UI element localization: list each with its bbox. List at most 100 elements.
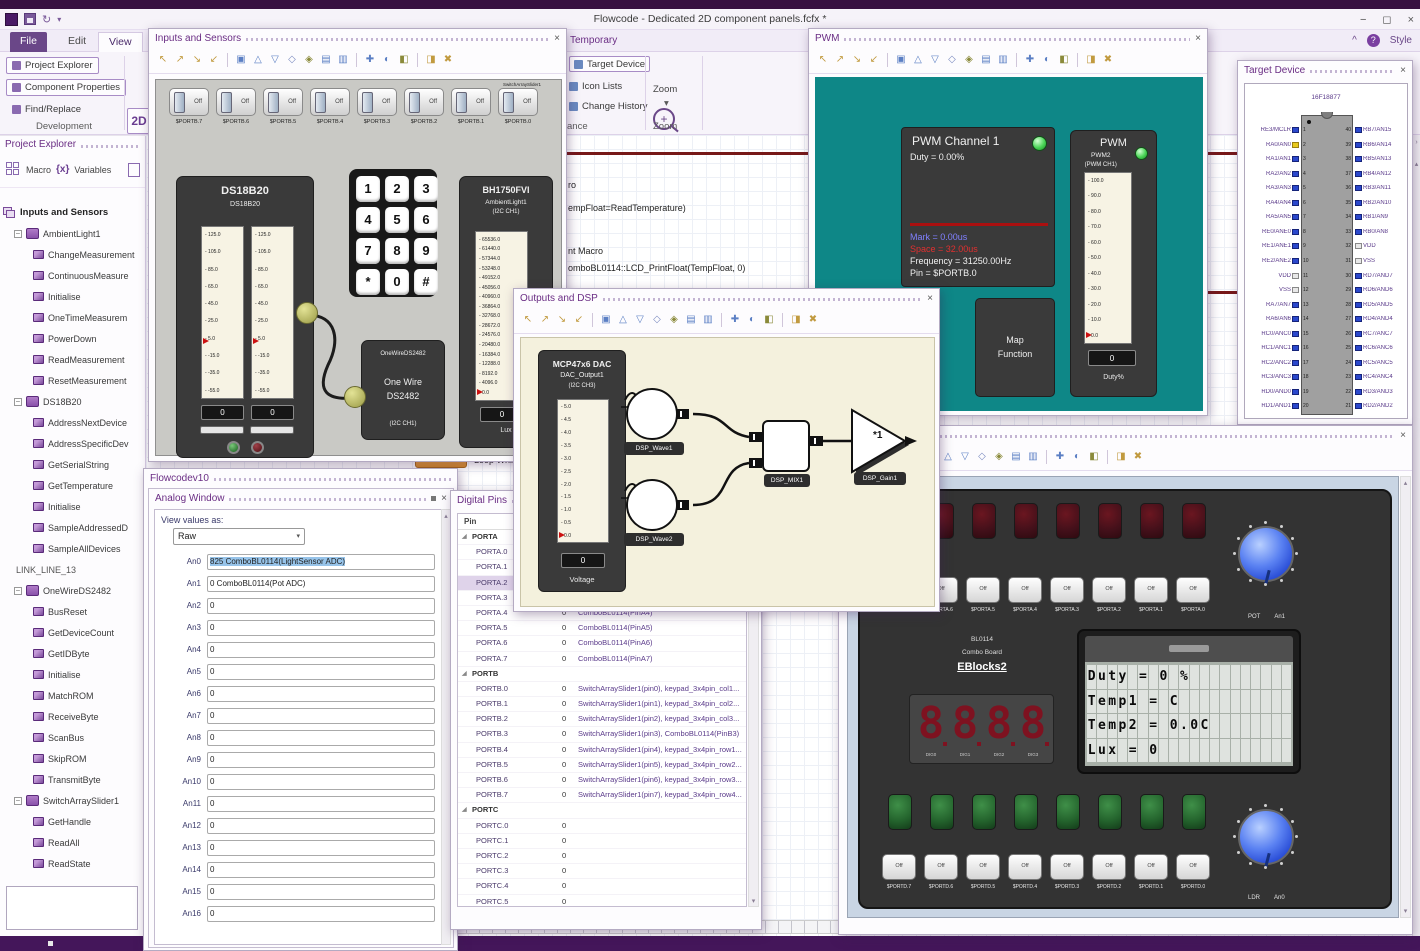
main-vertical-scrollbar[interactable]: › ▴ [1412, 135, 1420, 936]
tree-item-matchrom[interactable]: MatchROM [0, 685, 146, 706]
onewire-connector-node[interactable] [296, 302, 318, 324]
digital-pin-row-PORTB.4[interactable]: PORTB.4 0 SwitchArraySlider1(pin4), keypad… [458, 743, 746, 758]
tree-item-ds18b20[interactable]: – DS18B20 [0, 391, 146, 412]
tree-item-getdevicecount[interactable]: GetDeviceCount [0, 622, 146, 643]
analog-input-An11[interactable]: 0 [207, 796, 435, 812]
toolbar-icon[interactable]: ◐ [1070, 450, 1084, 464]
dsp-wave2-node[interactable] [626, 479, 678, 531]
tab-view[interactable]: View [98, 32, 143, 52]
keypad-key-6[interactable]: 6 [414, 207, 438, 233]
tree-item-continuousmeasure[interactable]: ContinuousMeasure [0, 265, 146, 286]
ds18b20-red-button[interactable] [251, 441, 264, 454]
toolbar-icon[interactable]: △ [941, 450, 955, 464]
dsp-mixer-node[interactable] [762, 420, 810, 472]
digital-pin-row-PORTB.3[interactable]: PORTB.3 0 SwitchArraySlider1(pin3), ComboB… [458, 727, 746, 743]
tree-item-readall[interactable]: ReadAll [0, 832, 146, 853]
onewire-ds2482-widget[interactable]: OneWireDS2482 One Wire DS2482 (I2C CH1) [361, 340, 445, 440]
digital-pin-row-PORTB.7[interactable]: PORTB.7 0 SwitchArraySlider1(pin7), keypad… [458, 788, 746, 804]
toolbar-icon[interactable]: ✚ [728, 313, 742, 327]
switch-$PORTA.5[interactable]: Off $PORTA.5 [966, 577, 1000, 613]
tree-item-powerdown[interactable]: PowerDown [0, 328, 146, 349]
close-button[interactable]: × [1408, 14, 1414, 26]
toolbar-icon[interactable]: ▽ [268, 53, 282, 67]
tree-expander-icon[interactable]: – [14, 586, 22, 595]
view-mode-dropdown[interactable]: Raw ▾ [173, 528, 305, 545]
zoom-button[interactable]: Zoom [653, 84, 677, 95]
toolbar-icon[interactable]: ✖ [441, 53, 455, 67]
switch-$PORTD.5[interactable]: Off $PORTD.5 [966, 854, 1000, 890]
switch-$PORTB.3[interactable]: Off $PORTB.3 [357, 88, 397, 125]
toolbar-icon[interactable]: ◐ [380, 53, 394, 67]
toolbar-icon[interactable]: ▣ [599, 313, 613, 327]
icon-lists-toggle[interactable]: Icon Lists [569, 78, 622, 94]
digital-pin-row-PORTB.5[interactable]: PORTB.5 0 SwitchArraySlider1(pin5), keypad… [458, 758, 746, 773]
digital-pin-row-PORTC[interactable]: ◢ PORTC [458, 803, 746, 819]
tree-expander-icon[interactable]: – [14, 397, 22, 406]
toolbar-icon[interactable]: ◨ [1114, 450, 1128, 464]
switch-$PORTB.6[interactable]: Off $PORTB.6 [216, 88, 256, 125]
tree-item-onewireds2482[interactable]: – OneWireDS2482 [0, 580, 146, 601]
toolbar-icon[interactable]: ▽ [633, 313, 647, 327]
dac-voltage-slider[interactable]: - 5.0 - 4.5 - 4.0 - 3.5 - 3.0 - 2.5 - 2.0 - 1.5… [557, 399, 609, 543]
tree-item-initialise[interactable]: Initialise [0, 496, 146, 517]
switch-$PORTB.2[interactable]: Off $PORTB.2 [404, 88, 444, 125]
switch-$PORTD.4[interactable]: Off $PORTD.4 [1008, 854, 1042, 890]
switch-$PORTA.4[interactable]: Off $PORTA.4 [1008, 577, 1042, 613]
dsp-wave1-node[interactable] [626, 388, 678, 440]
tree-item-samplealldevices[interactable]: SampleAllDevices [0, 538, 146, 559]
close-icon[interactable]: × [1195, 33, 1201, 44]
analog-input-An15[interactable]: 0 [207, 884, 435, 900]
toolbar-icon[interactable]: ◨ [789, 313, 803, 327]
map-function-widget[interactable]: Map Function [975, 298, 1055, 397]
toolbar-icon[interactable]: ▤ [1009, 450, 1023, 464]
toolbar-icon[interactable]: ◇ [650, 313, 664, 327]
ds18b20-slider-2[interactable]: - 125.0 - 105.0 - 85.0 - 65.0 - 45.0 - 25.0 - … [251, 226, 294, 399]
keypad-key-5[interactable]: 5 [385, 207, 409, 233]
toolbar-icon[interactable]: ↙ [867, 53, 881, 67]
analog-input-An13[interactable]: 0 [207, 840, 435, 856]
analog-input-An0[interactable]: 825 ComboBL0114(LightSensor ADC) [207, 554, 435, 570]
switch-$PORTA.0[interactable]: Off $PORTA.0 [1176, 577, 1210, 613]
clipped-toolbar-icon[interactable] [128, 162, 141, 177]
toolbar-icon[interactable]: △ [911, 53, 925, 67]
component-properties-button[interactable]: Component Properties [6, 79, 127, 96]
digital-pin-row-PORTC.4[interactable]: PORTC.4 0 [458, 879, 746, 895]
close-icon[interactable]: × [554, 33, 560, 44]
toolbar-icon[interactable]: ◐ [745, 313, 759, 327]
analog-input-An12[interactable]: 0 [207, 818, 435, 834]
ribbon-collapse-icon[interactable]: ^ [1352, 35, 1357, 46]
tree-item-gettemperature[interactable]: GetTemperature [0, 475, 146, 496]
variables-button[interactable]: Variables [74, 165, 111, 175]
toolbar-icon[interactable]: ✚ [1053, 450, 1067, 464]
digital-pin-row-PORTC.0[interactable]: PORTC.0 0 [458, 819, 746, 834]
switch-$PORTA.2[interactable]: Off $PORTA.2 [1092, 577, 1126, 613]
quick-access-caret-icon[interactable]: ▾ [57, 15, 61, 24]
digital-pin-row-PORTB.1[interactable]: PORTB.1 0 SwitchArraySlider1(pin1), keypad… [458, 697, 746, 713]
keypad-key-8[interactable]: 8 [385, 238, 409, 264]
toolbar-icon[interactable]: ✚ [363, 53, 377, 67]
toolbar-icon[interactable]: ▤ [319, 53, 333, 67]
tree-expander-icon[interactable]: – [14, 229, 22, 238]
digital-pin-row-PORTB.0[interactable]: PORTB.0 0 SwitchArraySlider1(pin0), keypad… [458, 682, 746, 698]
tree-item-transmitbyte[interactable]: TransmitByte [0, 769, 146, 790]
style-menu[interactable]: Style [1390, 35, 1412, 46]
analog-input-An4[interactable]: 0 [207, 642, 435, 658]
digital-pin-row-PORTB[interactable]: ◢ PORTB [458, 667, 746, 682]
toolbar-icon[interactable]: △ [251, 53, 265, 67]
analog-input-An16[interactable]: 0 [207, 906, 435, 922]
keypad-key-#[interactable]: # [414, 269, 438, 295]
toolbar-icon[interactable]: ▥ [336, 53, 350, 67]
close-icon[interactable]: × [1400, 430, 1406, 441]
toolbar-icon[interactable]: ↖ [816, 53, 830, 67]
restore-button[interactable]: ◻ [1382, 13, 1391, 26]
tree-item-resetmeasurement[interactable]: ResetMeasurement [0, 370, 146, 391]
digital-pin-row-PORTC.5[interactable]: PORTC.5 0 [458, 895, 746, 907]
undo-icon[interactable]: ↻ [42, 13, 51, 26]
mcp47x6-dac-widget[interactable]: MCP47x6 DAC DAC_Output1 (I2C CH3) - 5.0-… [538, 350, 626, 592]
switch-$PORTD.3[interactable]: Off $PORTD.3 [1050, 854, 1084, 890]
switch-$PORTB.1[interactable]: Off $PORTB.1 [451, 88, 491, 125]
toolbar-icon[interactable]: ↖ [521, 313, 535, 327]
ds18b20-slider-1[interactable]: - 125.0 - 105.0 - 85.0 - 65.0 - 45.0 - 25.0 - … [201, 226, 244, 399]
toolbar-icon[interactable]: ▣ [894, 53, 908, 67]
tab-edit[interactable]: Edit [58, 32, 96, 52]
